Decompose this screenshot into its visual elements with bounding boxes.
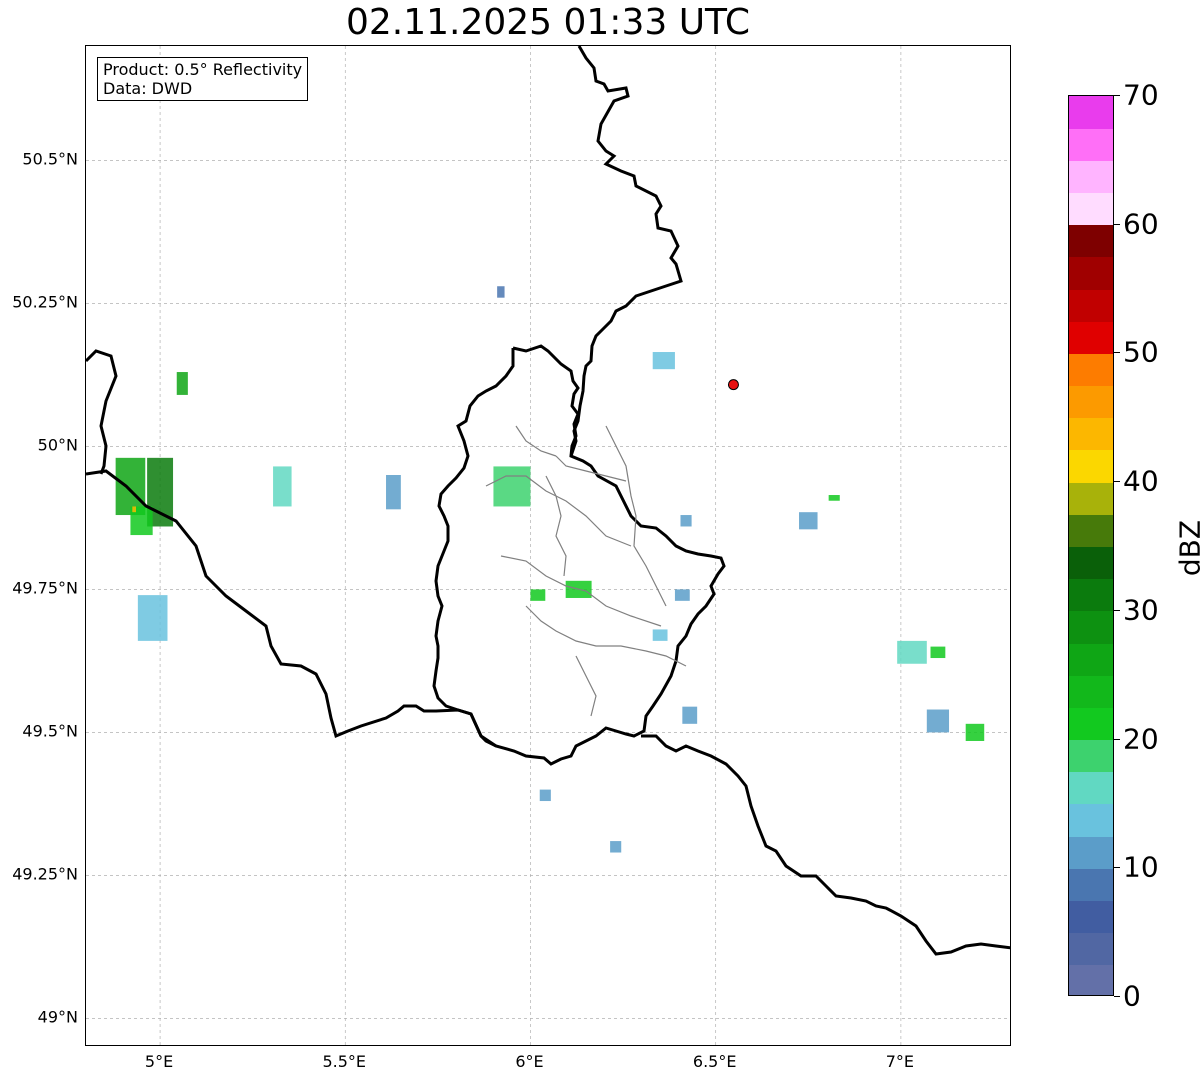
latitude-label: 50.5°N bbox=[22, 149, 78, 169]
colorbar-segment bbox=[1069, 482, 1113, 515]
map-title: 02.11.2025 01:33 UTC bbox=[345, 2, 751, 43]
reflectivity-echo bbox=[926, 709, 950, 733]
radar-map[interactable] bbox=[85, 45, 1011, 1046]
colorbar-tick-label: 70 bbox=[1123, 78, 1159, 112]
latitude-label: 50.25°N bbox=[12, 292, 78, 312]
colorbar-tick-label: 0 bbox=[1123, 979, 1141, 1013]
colorbar-segment bbox=[1069, 160, 1113, 194]
reflectivity-echo bbox=[497, 286, 505, 298]
colorbar-segment bbox=[1069, 321, 1113, 354]
colorbar-segment bbox=[1069, 192, 1113, 226]
colorbar-segment bbox=[1069, 932, 1113, 966]
reflectivity-echo bbox=[530, 589, 546, 601]
reflectivity-echo bbox=[930, 646, 946, 659]
info-data-source: Data: DWD bbox=[103, 79, 193, 98]
latitude-label: 50°N bbox=[37, 435, 78, 455]
border-belgium-germany bbox=[569, 46, 683, 457]
colorbar-tick-label: 20 bbox=[1123, 722, 1159, 756]
colorbar-tick-mark bbox=[1114, 223, 1120, 225]
reflectivity-echoes bbox=[115, 286, 985, 853]
latitude-label: 49°N bbox=[37, 1007, 78, 1027]
colorbar-segment bbox=[1069, 256, 1113, 290]
reflectivity-echo bbox=[799, 512, 818, 530]
colorbar-tick-label: 40 bbox=[1123, 464, 1159, 498]
colorbar-tick-mark bbox=[1114, 867, 1120, 869]
colorbar-tick-mark bbox=[1114, 996, 1120, 997]
colorbar-segment bbox=[1069, 739, 1113, 773]
reflectivity-echo bbox=[132, 506, 137, 513]
latitude-label: 49.75°N bbox=[12, 578, 78, 598]
info-box: Product: 0.5° Reflectivity Data: DWD bbox=[97, 57, 309, 101]
colorbar-segment bbox=[1069, 578, 1113, 612]
reflectivity-echo bbox=[273, 466, 292, 507]
latitude-label: 49.25°N bbox=[12, 864, 78, 884]
reflectivity-echo bbox=[137, 595, 168, 641]
colorbar-label: dBZ bbox=[1173, 519, 1202, 577]
colorbar-tick-mark bbox=[1114, 481, 1120, 483]
reflectivity-echo bbox=[176, 372, 188, 395]
colorbar-segment bbox=[1069, 964, 1113, 995]
colorbar-segment bbox=[1069, 96, 1113, 129]
border-belgium-west bbox=[86, 349, 118, 475]
colorbar-segment bbox=[1069, 900, 1113, 934]
colorbar-segment bbox=[1069, 224, 1113, 258]
reflectivity-echo bbox=[539, 789, 551, 802]
colorbar-tick-mark bbox=[1114, 95, 1120, 96]
colorbar bbox=[1068, 95, 1114, 996]
reflectivity-echo bbox=[493, 466, 531, 507]
colorbar-segment bbox=[1069, 353, 1113, 387]
reflectivity-echo bbox=[965, 723, 985, 741]
longitude-label: 7°E bbox=[885, 1052, 915, 1071]
colorbar-segment bbox=[1069, 868, 1113, 901]
colorbar-segment bbox=[1069, 803, 1113, 837]
reflectivity-echo bbox=[386, 475, 401, 510]
colorbar-segment bbox=[1069, 417, 1113, 451]
colorbar-segment bbox=[1069, 514, 1113, 547]
colorbar-segment bbox=[1069, 610, 1113, 644]
reflectivity-echo bbox=[682, 706, 698, 724]
colorbar-tick-mark bbox=[1114, 352, 1120, 354]
colorbar-tick-mark bbox=[1114, 609, 1120, 611]
reflectivity-echo bbox=[652, 629, 668, 641]
colorbar-segment bbox=[1069, 128, 1113, 161]
colorbar-segment bbox=[1069, 771, 1113, 805]
colorbar-segment bbox=[1069, 675, 1113, 708]
longitude-label: 5°E bbox=[144, 1052, 174, 1071]
colorbar-segment bbox=[1069, 643, 1113, 676]
reflectivity-echo bbox=[828, 495, 840, 501]
colorbar-segment bbox=[1069, 385, 1113, 419]
reflectivity-echo bbox=[680, 515, 692, 527]
reflectivity-echo bbox=[897, 640, 927, 664]
reflectivity-echo bbox=[652, 352, 675, 370]
colorbar-tick-label: 10 bbox=[1123, 850, 1159, 884]
colorbar-tick-mark bbox=[1114, 738, 1120, 740]
longitude-label: 5.5°E bbox=[322, 1052, 367, 1071]
reflectivity-echo bbox=[674, 589, 690, 601]
colorbar-segment bbox=[1069, 289, 1113, 322]
colorbar-tick-label: 60 bbox=[1123, 207, 1159, 241]
colorbar-segment bbox=[1069, 836, 1113, 869]
colorbar-segment bbox=[1069, 707, 1113, 741]
map-canvas bbox=[86, 46, 1010, 1045]
border-germany-france bbox=[641, 734, 1010, 956]
longitude-label: 6.5°E bbox=[692, 1052, 737, 1071]
info-product: Product: 0.5° Reflectivity bbox=[103, 60, 303, 79]
radar-site-marker[interactable] bbox=[727, 379, 739, 391]
reflectivity-echo bbox=[610, 841, 622, 853]
longitude-label: 6°E bbox=[515, 1052, 544, 1071]
latitude-label: 49.5°N bbox=[22, 721, 78, 741]
colorbar-tick-label: 50 bbox=[1123, 335, 1159, 369]
colorbar-tick-label: 30 bbox=[1123, 593, 1159, 627]
colorbar-segment bbox=[1069, 449, 1113, 483]
colorbar-segment bbox=[1069, 546, 1113, 580]
graticule bbox=[86, 46, 1010, 1045]
